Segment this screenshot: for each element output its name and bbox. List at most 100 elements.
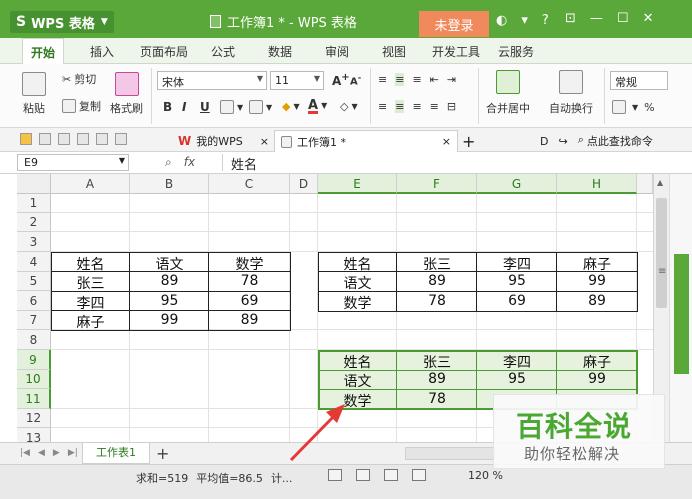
paste-button[interactable]: 粘贴 — [22, 72, 46, 116]
cell-c4[interactable]: 数学 — [209, 254, 290, 274]
cell-e11[interactable]: 数学 — [318, 391, 397, 411]
column-header-f[interactable]: F — [397, 174, 477, 194]
cell-e10[interactable]: 语文 — [318, 371, 397, 391]
tab-developer[interactable]: 开发工具 — [432, 43, 480, 60]
zoom-level[interactable]: 120 % — [468, 469, 503, 482]
side-panel-toggle[interactable] — [674, 254, 689, 374]
bold-button[interactable]: B — [163, 100, 172, 114]
close-icon[interactable]: × — [442, 135, 451, 148]
grow-font-button[interactable]: A+ — [332, 72, 350, 88]
tab-review[interactable]: 审阅 — [325, 43, 349, 60]
column-header-a[interactable]: A — [51, 174, 130, 194]
cell-c6[interactable]: 69 — [209, 293, 290, 309]
tab-home[interactable]: 开始 — [22, 38, 65, 64]
align-center-icon[interactable]: ≡ — [395, 100, 405, 113]
underline-button[interactable]: U — [200, 100, 210, 114]
cell-b7[interactable]: 99 — [130, 312, 209, 328]
cell-b5[interactable]: 89 — [130, 273, 209, 289]
row-header-2[interactable]: 2 — [17, 213, 51, 232]
tab-view[interactable]: 视图 — [382, 43, 406, 60]
tab-insert[interactable]: 插入 — [90, 43, 114, 60]
cell-h5[interactable]: 99 — [557, 273, 637, 289]
cell-style-button[interactable]: ▼ — [249, 100, 272, 114]
tab-page-layout[interactable]: 页面布局 — [140, 43, 188, 60]
cell-e6[interactable]: 数学 — [318, 293, 397, 313]
column-header-g[interactable]: G — [477, 174, 557, 194]
cell-a6[interactable]: 李四 — [51, 293, 130, 313]
print-icon[interactable] — [77, 133, 89, 145]
indent-decrease-icon[interactable]: ⇤ — [430, 73, 439, 86]
cell-f9[interactable]: 张三 — [397, 352, 477, 372]
horizontal-scrollbar[interactable] — [405, 447, 495, 460]
reading-mode-icon[interactable] — [412, 469, 426, 481]
row-header-4[interactable]: 4 — [17, 252, 51, 272]
row-header-7[interactable]: 7 — [17, 311, 51, 330]
cell-f6[interactable]: 78 — [397, 293, 477, 309]
help-icon[interactable]: ? — [542, 13, 549, 28]
sheet-tab-1[interactable]: 工作表1 — [82, 443, 150, 464]
search-command[interactable]: ⌕ 点此查找命令 — [578, 133, 653, 149]
cut-button[interactable]: ✂ 剪切 — [62, 71, 96, 87]
row-header-13[interactable]: 13 — [17, 428, 51, 442]
fill-color-button[interactable]: ◆ ▼ — [282, 100, 300, 113]
prev-sheet-icon[interactable]: ◀ — [38, 448, 45, 458]
open-folder-icon[interactable] — [20, 133, 32, 145]
name-box[interactable]: E9 ▼ — [17, 154, 129, 171]
add-sheet-button[interactable]: + — [156, 444, 169, 463]
cell-e5[interactable]: 语文 — [318, 273, 397, 293]
tab-cloud[interactable]: 云服务 — [498, 43, 534, 60]
row-header-5[interactable]: 5 — [17, 272, 51, 291]
row-header-10[interactable]: 10 — [17, 370, 51, 389]
cell-h4[interactable]: 麻子 — [557, 254, 637, 274]
column-header-e[interactable]: E — [318, 174, 397, 194]
percent-button[interactable]: % — [644, 101, 654, 114]
tab-my-wps[interactable]: W 我的WPS × — [178, 130, 269, 152]
cell-f4[interactable]: 张三 — [397, 254, 477, 274]
cell-b4[interactable]: 语文 — [130, 254, 209, 274]
currency-icon[interactable] — [612, 100, 626, 114]
cell-b6[interactable]: 95 — [130, 293, 209, 309]
share-icon[interactable]: ↪ — [558, 135, 567, 148]
scroll-up-icon[interactable]: ▲ — [657, 178, 663, 187]
cell-h6[interactable]: 89 — [557, 293, 637, 309]
align-middle-icon[interactable]: ≡ — [395, 73, 405, 86]
copy-button[interactable]: 复制 — [62, 98, 101, 114]
shrink-font-button[interactable]: A- — [350, 72, 361, 87]
cell-g6[interactable]: 69 — [477, 293, 557, 309]
normal-view-icon[interactable] — [328, 469, 342, 481]
page-break-view-icon[interactable] — [384, 469, 398, 481]
export-pdf-icon[interactable] — [58, 133, 70, 145]
cell-h10[interactable]: 99 — [557, 371, 637, 387]
login-button[interactable]: 未登录 — [419, 11, 489, 37]
border-button[interactable]: ▼ — [220, 100, 243, 114]
next-sheet-icon[interactable]: ▶ — [53, 448, 60, 458]
italic-button[interactable]: I — [182, 100, 186, 114]
column-header-c[interactable]: C — [209, 174, 290, 194]
cell-g4[interactable]: 李四 — [477, 254, 557, 274]
cell-f10[interactable]: 89 — [397, 371, 477, 387]
row-header-11[interactable]: 11 — [17, 389, 51, 409]
close-icon[interactable]: × — [260, 135, 269, 148]
cell-a5[interactable]: 张三 — [51, 273, 130, 293]
first-sheet-icon[interactable]: |◀ — [20, 448, 30, 458]
align-top-icon[interactable]: ≡ — [378, 73, 387, 86]
new-tab-button[interactable]: + — [462, 130, 475, 152]
column-header-i[interactable] — [637, 174, 653, 194]
font-color-button[interactable]: A ▼ — [308, 98, 327, 113]
merge-center-button[interactable]: 合并居中 — [486, 70, 530, 116]
cell-f5[interactable]: 89 — [397, 273, 477, 289]
font-size-select[interactable]: 11 ▼ — [270, 71, 324, 90]
cell-e4[interactable]: 姓名 — [318, 254, 397, 274]
row-header-6[interactable]: 6 — [17, 291, 51, 311]
row-header-3[interactable]: 3 — [17, 232, 51, 252]
cell-h9[interactable]: 麻子 — [557, 352, 637, 372]
backup-icon[interactable]: D — [540, 135, 548, 148]
tab-workbook[interactable]: 工作簿1 * × — [274, 130, 458, 152]
undo-icon[interactable] — [115, 133, 127, 145]
last-sheet-icon[interactable]: ▶| — [68, 448, 78, 458]
distribute-icon[interactable]: ⊟ — [447, 100, 456, 113]
formula-input[interactable]: 姓名 — [222, 154, 682, 173]
tab-data[interactable]: 数据 — [268, 43, 292, 60]
number-format-select[interactable]: 常规 — [610, 71, 668, 90]
cell-g5[interactable]: 95 — [477, 273, 557, 289]
